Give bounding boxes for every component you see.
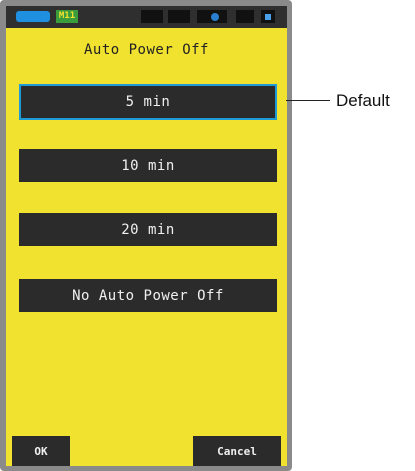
callout-line: [286, 100, 330, 101]
ok-button[interactable]: OK: [12, 436, 70, 466]
memory-channel-badge: M11: [56, 10, 78, 23]
status-indicator-1: [141, 10, 163, 23]
default-callout-label: Default: [336, 91, 390, 110]
option-10-min[interactable]: 10 min: [19, 149, 277, 182]
screen: M11 Auto Power Off 5 min 10 min 20 min N…: [6, 6, 287, 466]
sensor-icon: [211, 13, 219, 21]
status-indicator-4: [236, 10, 254, 23]
device-frame: M11 Auto Power Off 5 min 10 min 20 min N…: [0, 0, 292, 471]
cancel-button[interactable]: Cancel: [193, 436, 281, 466]
status-bar: M11: [6, 6, 287, 28]
option-5-min[interactable]: 5 min: [19, 84, 277, 120]
option-no-auto-power-off[interactable]: No Auto Power Off: [19, 279, 277, 312]
battery-icon: [16, 11, 50, 22]
lock-icon-inner: [265, 14, 271, 20]
page-title: Auto Power Off: [83, 42, 209, 58]
option-20-min[interactable]: 20 min: [19, 213, 277, 246]
status-indicator-2: [168, 10, 190, 23]
